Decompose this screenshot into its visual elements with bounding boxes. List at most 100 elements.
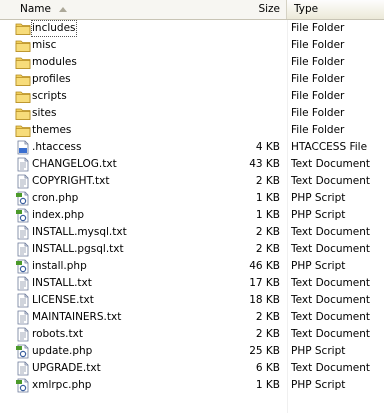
file-list: includes File Folder misc File Folder modu… — [0, 20, 384, 394]
file-name: includes — [31, 20, 77, 37]
file-type: PHP Script — [291, 209, 346, 221]
file-type: PHP Script — [291, 345, 346, 357]
file-type: Text Document — [291, 158, 370, 170]
file-type: PHP Script — [291, 192, 346, 204]
file-name: LICENSE.txt — [32, 294, 94, 306]
file-name: update.php — [32, 345, 93, 357]
file-row[interactable]: UPGRADE.txt 6 KB Text Document — [0, 360, 384, 377]
folder-icon — [15, 123, 31, 138]
file-name: cron.php — [32, 192, 79, 204]
file-type: Text Document — [291, 175, 370, 187]
folder-icon — [15, 21, 31, 36]
text-document-icon — [15, 293, 31, 308]
file-row[interactable]: .htaccess 4 KB HTACCESS File — [0, 139, 384, 156]
php-script-icon — [15, 259, 31, 274]
file-type: PHP Script — [291, 260, 346, 272]
file-name: install.php — [32, 260, 87, 272]
file-row[interactable]: xmlrpc.php 1 KB PHP Script — [0, 377, 384, 394]
file-type: Text Document — [291, 277, 370, 289]
file-row[interactable]: INSTALL.pgsql.txt 2 KB Text Document — [0, 241, 384, 258]
file-size: 46 KB — [249, 260, 280, 272]
column-header-type[interactable]: Type — [287, 0, 384, 19]
file-name: COPYRIGHT.txt — [32, 175, 110, 187]
folder-icon — [15, 72, 31, 87]
text-document-icon — [15, 276, 31, 291]
generic-file-icon — [15, 140, 31, 155]
file-name: scripts — [32, 90, 67, 102]
file-name: modules — [32, 56, 77, 68]
file-row[interactable]: COPYRIGHT.txt 2 KB Text Document — [0, 173, 384, 190]
file-name: misc — [32, 39, 57, 51]
file-type: File Folder — [291, 124, 345, 136]
file-name: UPGRADE.txt — [32, 362, 101, 374]
text-document-icon — [15, 327, 31, 342]
column-header-bar: Name Size Type — [0, 0, 384, 20]
file-row[interactable]: update.php 25 KB PHP Script — [0, 343, 384, 360]
file-row[interactable]: sites File Folder — [0, 105, 384, 122]
file-size: 2 KB — [255, 175, 280, 187]
file-size: 18 KB — [249, 294, 280, 306]
file-size: 6 KB — [255, 362, 280, 374]
column-header-name-label: Name — [20, 3, 51, 15]
file-name: robots.txt — [32, 328, 83, 340]
file-type: File Folder — [291, 90, 345, 102]
file-row[interactable]: misc File Folder — [0, 37, 384, 54]
text-document-icon — [15, 174, 31, 189]
file-name: sites — [32, 107, 57, 119]
column-header-size[interactable]: Size — [240, 0, 280, 19]
file-size: 1 KB — [255, 379, 280, 391]
column-header-type-label: Type — [294, 3, 319, 15]
file-row[interactable]: INSTALL.txt 17 KB Text Document — [0, 275, 384, 292]
file-name: .htaccess — [32, 141, 82, 153]
file-row[interactable]: LICENSE.txt 18 KB Text Document — [0, 292, 384, 309]
file-row[interactable]: scripts File Folder — [0, 88, 384, 105]
folder-icon — [15, 106, 31, 121]
file-size: 43 KB — [249, 158, 280, 170]
text-document-icon — [15, 157, 31, 172]
folder-icon — [15, 89, 31, 104]
file-name: INSTALL.pgsql.txt — [32, 243, 124, 255]
file-name: MAINTAINERS.txt — [32, 311, 122, 323]
file-type: Text Document — [291, 362, 370, 374]
file-type: Text Document — [291, 328, 370, 340]
folder-icon — [15, 38, 31, 53]
file-row[interactable]: robots.txt 2 KB Text Document — [0, 326, 384, 343]
file-name: CHANGELOG.txt — [32, 158, 117, 170]
file-name: index.php — [32, 209, 85, 221]
file-row[interactable]: themes File Folder — [0, 122, 384, 139]
text-document-icon — [15, 310, 31, 325]
sort-ascending-icon — [59, 7, 67, 12]
text-document-icon — [15, 361, 31, 376]
file-row[interactable]: modules File Folder — [0, 54, 384, 71]
file-type: Text Document — [291, 226, 370, 238]
file-name: xmlrpc.php — [32, 379, 92, 391]
file-type: Text Document — [291, 311, 370, 323]
file-type: File Folder — [291, 73, 345, 85]
file-row[interactable]: INSTALL.mysql.txt 2 KB Text Document — [0, 224, 384, 241]
file-type: File Folder — [291, 107, 345, 119]
file-name: INSTALL.mysql.txt — [32, 226, 127, 238]
file-row[interactable]: includes File Folder — [0, 20, 384, 37]
file-row[interactable]: index.php 1 KB PHP Script — [0, 207, 384, 224]
file-row[interactable]: MAINTAINERS.txt 2 KB Text Document — [0, 309, 384, 326]
file-type: Text Document — [291, 294, 370, 306]
file-size: 1 KB — [255, 192, 280, 204]
file-type: PHP Script — [291, 379, 346, 391]
file-type: File Folder — [291, 39, 345, 51]
php-script-icon — [15, 378, 31, 393]
file-size: 25 KB — [249, 345, 280, 357]
file-row[interactable]: cron.php 1 KB PHP Script — [0, 190, 384, 207]
text-document-icon — [15, 242, 31, 257]
file-name: themes — [32, 124, 72, 136]
file-type: File Folder — [291, 22, 345, 34]
file-type: HTACCESS File — [291, 141, 368, 153]
file-type: File Folder — [291, 56, 345, 68]
file-name: INSTALL.txt — [32, 277, 92, 289]
file-row[interactable]: CHANGELOG.txt 43 KB Text Document — [0, 156, 384, 173]
file-size: 4 KB — [255, 141, 280, 153]
file-row[interactable]: install.php 46 KB PHP Script — [0, 258, 384, 275]
php-script-icon — [15, 191, 31, 206]
file-row[interactable]: profiles File Folder — [0, 71, 384, 88]
php-script-icon — [15, 208, 31, 223]
file-size: 2 KB — [255, 243, 280, 255]
